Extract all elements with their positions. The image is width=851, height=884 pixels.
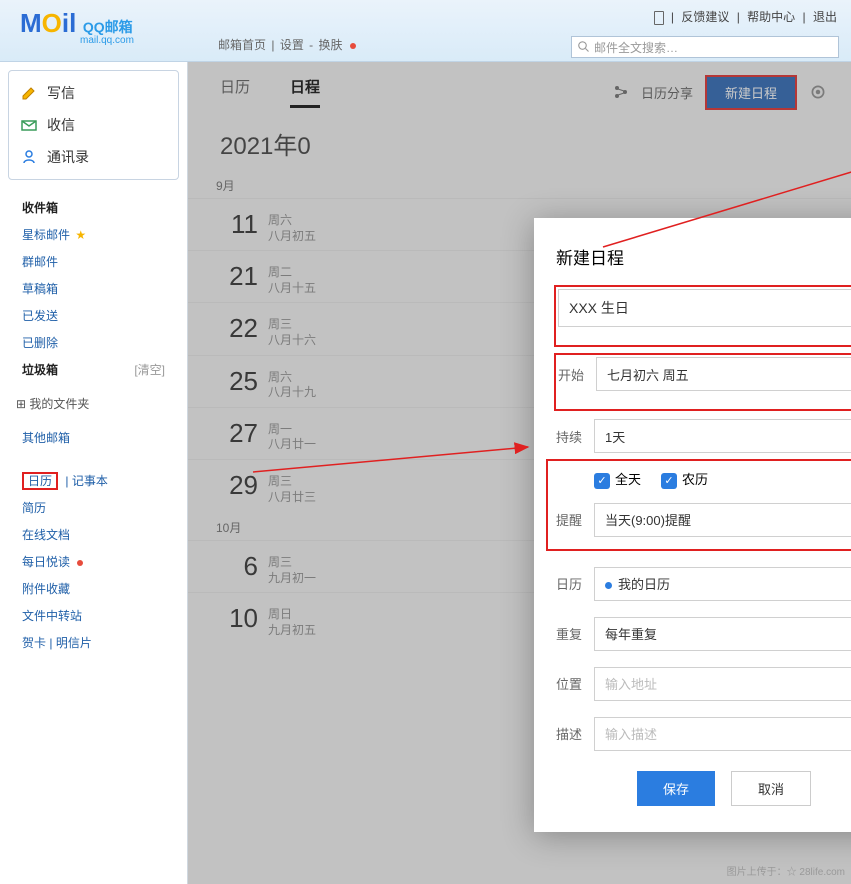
- contacts-icon: [21, 149, 37, 165]
- sidebar-myfolders[interactable]: ⊞ 我的文件夹: [8, 389, 179, 418]
- modal-title: 新建日程: [556, 244, 851, 269]
- sidebar-trash[interactable]: 垃圾箱[清空]: [8, 356, 179, 383]
- cancel-button[interactable]: 取消: [731, 771, 811, 806]
- sidebar-daily[interactable]: 每日悦读: [8, 548, 179, 575]
- sidebar-drafts[interactable]: 草稿箱: [8, 275, 179, 302]
- sidebar-sent[interactable]: 已发送: [8, 302, 179, 329]
- top-right: | 反馈建议 | 帮助中心 | 退出: [652, 8, 839, 25]
- compose-button[interactable]: 写信: [9, 77, 178, 109]
- top-nav: 邮箱首页 | 设置 - 换肤: [218, 36, 358, 53]
- sidebar: 写信 收信 通讯录 收件箱 星标邮件 ★ 群邮件 草稿箱 已发送 已删除 垃圾箱…: [0, 62, 188, 884]
- search-icon: [578, 41, 590, 53]
- sidebar-starred[interactable]: 星标邮件 ★: [8, 221, 179, 248]
- remind-select[interactable]: 当天(9:00)提醒▼: [594, 503, 851, 537]
- remind-label: 提醒: [556, 510, 594, 529]
- sidebar-inbox[interactable]: 收件箱: [8, 194, 179, 221]
- check-icon: ✓: [661, 473, 677, 489]
- search-placeholder: 邮件全文搜索…: [594, 39, 678, 56]
- start-select[interactable]: 七月初六 周五▼: [596, 357, 851, 391]
- header: MOil QQ邮箱 mail.qq.com 邮箱首页 | 设置 - 换肤 | 反…: [0, 0, 851, 62]
- sidebar-attachments[interactable]: 附件收藏: [8, 575, 179, 602]
- sidebar-deleted[interactable]: 已删除: [8, 329, 179, 356]
- star-icon: ★: [75, 228, 86, 242]
- receive-button[interactable]: 收信: [9, 109, 178, 141]
- dot-icon: [77, 560, 83, 566]
- event-title-input[interactable]: XXX 生日: [558, 289, 851, 327]
- sidebar-othermail[interactable]: 其他邮箱: [8, 424, 179, 451]
- logout-link[interactable]: 退出: [813, 10, 837, 24]
- contacts-button[interactable]: 通讯录: [9, 141, 178, 173]
- feedback-link[interactable]: 反馈建议: [681, 10, 729, 24]
- clear-trash[interactable]: [清空]: [134, 361, 165, 378]
- help-link[interactable]: 帮助中心: [747, 10, 795, 24]
- skin-dot-icon: [350, 43, 356, 49]
- duration-label: 持续: [556, 427, 594, 446]
- sidebar-group[interactable]: 群邮件: [8, 248, 179, 275]
- sidebar-transfer[interactable]: 文件中转站: [8, 602, 179, 629]
- location-label: 位置: [556, 674, 594, 693]
- logo-brand: QQ邮箱: [83, 19, 133, 35]
- desc-input[interactable]: 输入描述: [594, 717, 851, 751]
- allday-checkbox[interactable]: ✓全天: [594, 469, 641, 489]
- sidebar-calendar[interactable]: 日历: [22, 472, 58, 490]
- cal-select[interactable]: 我的日历▼: [594, 567, 851, 601]
- repeat-select[interactable]: 每年重复▼: [594, 617, 851, 651]
- start-label: 开始: [558, 365, 596, 384]
- sidebar-resume[interactable]: 简历: [8, 494, 179, 521]
- sidebar-cards[interactable]: 贺卡: [22, 636, 46, 650]
- compose-icon: [21, 85, 37, 101]
- lunar-checkbox[interactable]: ✓农历: [661, 469, 708, 489]
- mobile-icon[interactable]: [654, 11, 664, 25]
- watermark: 图片上传于：☆ 28life.com: [727, 863, 845, 878]
- check-icon: ✓: [594, 473, 610, 489]
- content: 日历 日程 日历分享 新建日程 2021年0 主题, 共享成员 9月 11周六八…: [188, 62, 851, 884]
- desc-label: 描述: [556, 724, 594, 743]
- duration-select[interactable]: 1天▼: [594, 419, 851, 453]
- sidebar-docs[interactable]: 在线文档: [8, 521, 179, 548]
- repeat-label: 重复: [556, 624, 594, 643]
- sidebar-calendar-row: 日历 | 记事本: [8, 467, 179, 494]
- save-button[interactable]: 保存: [637, 771, 715, 806]
- logo-mail: MOil: [20, 8, 76, 38]
- location-input[interactable]: 输入地址: [594, 667, 851, 701]
- nav-home[interactable]: 邮箱首页: [218, 38, 266, 52]
- search-input[interactable]: 邮件全文搜索…: [571, 36, 839, 58]
- cal-label: 日历: [556, 574, 594, 593]
- logo-domain: mail.qq.com: [80, 35, 134, 46]
- sidebar-notebook[interactable]: 记事本: [72, 474, 108, 488]
- nav-skin[interactable]: 换肤: [319, 38, 343, 52]
- sidebar-postcard[interactable]: 明信片: [56, 636, 92, 650]
- sidebar-cards-row: 贺卡 | 明信片: [8, 629, 179, 656]
- new-event-modal: 新建日程 XXX 生日 开始 七月初六 周五▼ 持续 1天▼ ✓全天 ✓农历: [534, 218, 851, 832]
- nav-settings[interactable]: 设置: [280, 38, 304, 52]
- calendar-dot-icon: [605, 582, 612, 589]
- logo[interactable]: MOil QQ邮箱 mail.qq.com: [20, 8, 134, 46]
- receive-icon: [21, 117, 37, 133]
